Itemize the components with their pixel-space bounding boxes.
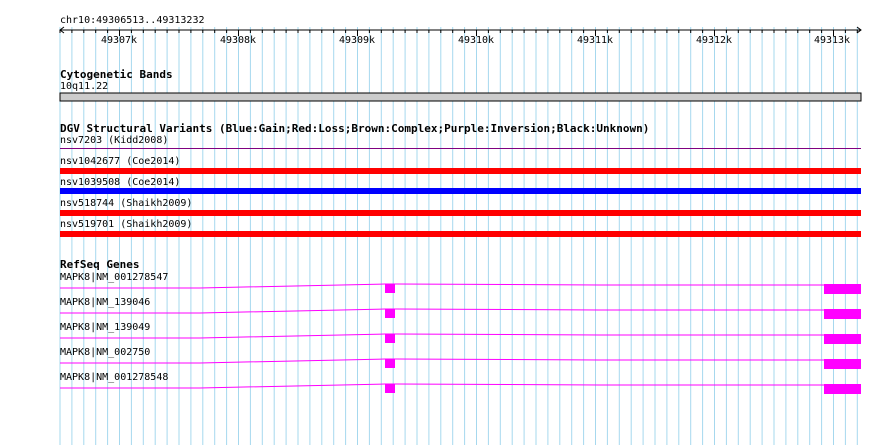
transcript-exon[interactable] <box>824 359 861 369</box>
transcript-exon[interactable] <box>824 384 861 394</box>
transcript-intron-line[interactable] <box>60 308 825 314</box>
transcript-exon[interactable] <box>385 384 395 393</box>
transcript-exon[interactable] <box>824 334 861 344</box>
transcript-intron-line[interactable] <box>60 358 825 364</box>
transcript-exon[interactable] <box>385 359 395 368</box>
transcript-exon[interactable] <box>824 309 861 319</box>
transcript-exon[interactable] <box>385 334 395 343</box>
refseq-transcript-glyphs <box>60 283 861 394</box>
transcript-intron-line[interactable] <box>60 283 825 289</box>
genome-browser-view: chr10:49306513..49313232 49307k 49308k 4… <box>0 0 890 445</box>
transcript-exon[interactable] <box>824 284 861 294</box>
transcript-intron-line[interactable] <box>60 333 825 339</box>
transcript-exon[interactable] <box>385 309 395 318</box>
transcript-exon[interactable] <box>385 284 395 293</box>
transcript-intron-line[interactable] <box>60 383 825 389</box>
